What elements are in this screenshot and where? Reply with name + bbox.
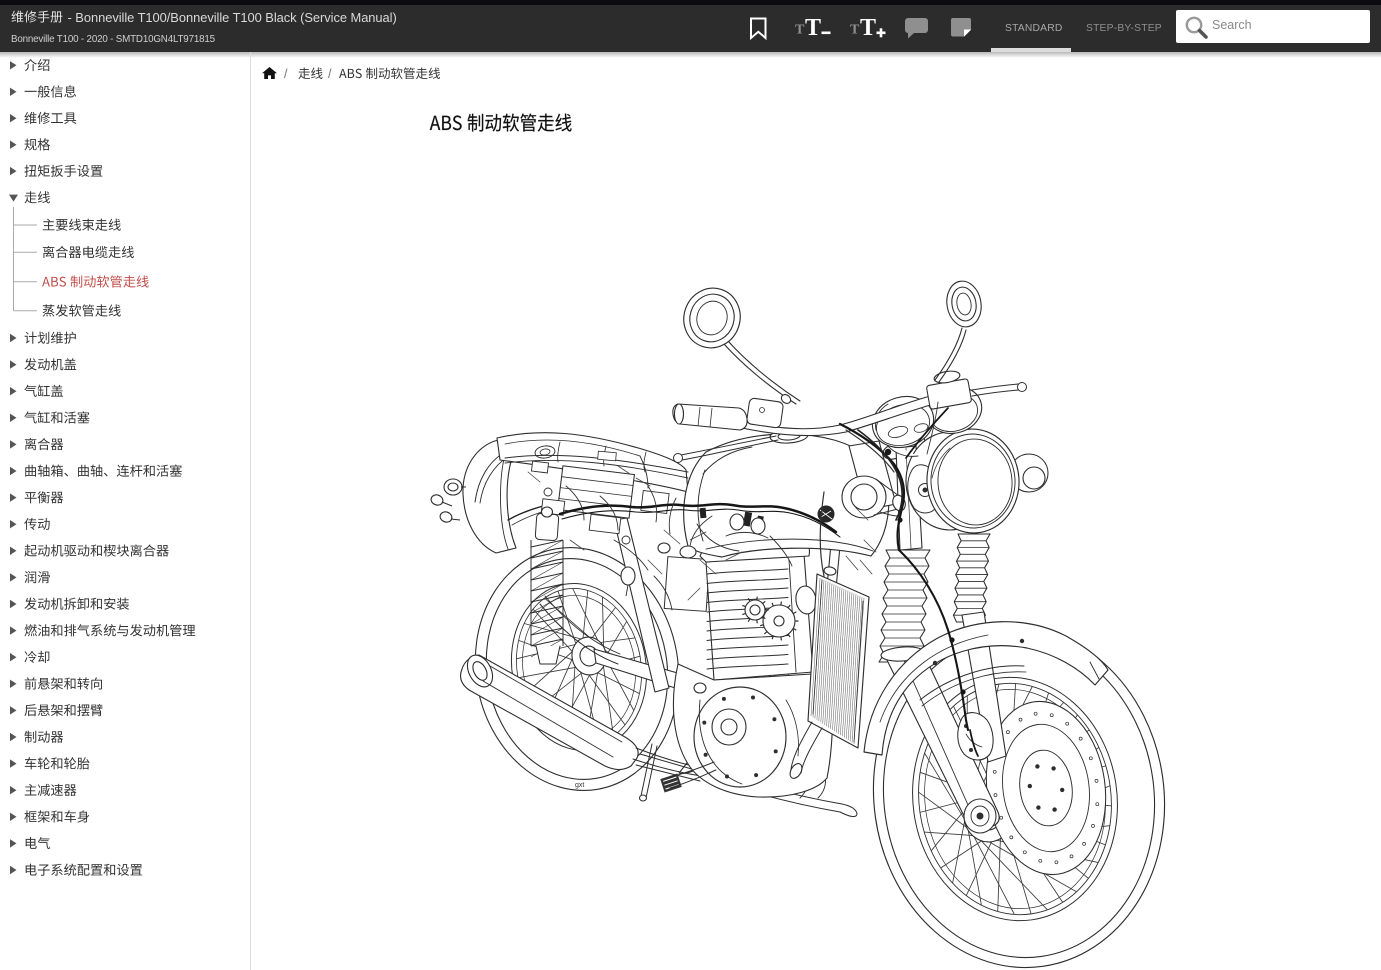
svg-text:T: T [850, 23, 860, 38]
svg-text:gxt: gxt [575, 782, 584, 789]
svg-text:/: / [328, 67, 332, 81]
svg-text:T: T [795, 23, 805, 38]
svg-text:/: / [284, 67, 288, 81]
svg-text:T: T [860, 15, 876, 41]
svg-text:T: T [805, 15, 821, 41]
